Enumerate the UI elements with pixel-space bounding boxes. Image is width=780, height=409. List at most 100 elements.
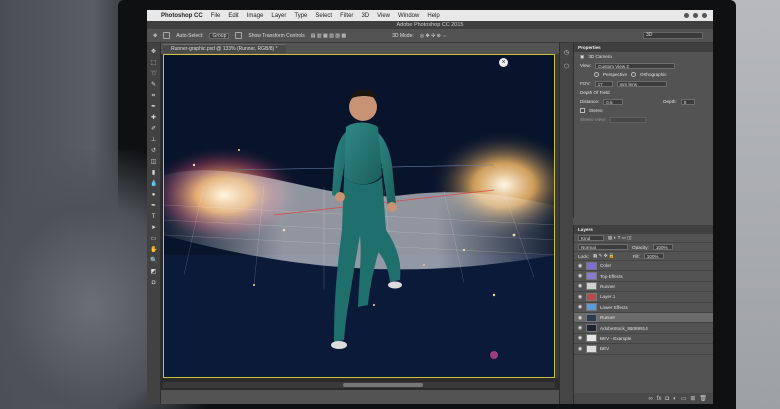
color-swatch-icon[interactable]: ◩ xyxy=(150,269,157,276)
visibility-eye-icon[interactable]: ◉ xyxy=(577,263,583,269)
dodge-tool-icon[interactable]: ● xyxy=(150,192,157,199)
menu-view[interactable]: View xyxy=(377,13,390,19)
opacity-input[interactable]: 100% xyxy=(652,244,673,250)
fill-input[interactable]: 100% xyxy=(643,253,664,259)
trash-icon[interactable]: 🗑 xyxy=(699,395,707,402)
menu-window[interactable]: Window xyxy=(398,13,419,19)
fov-input[interactable]: 17 xyxy=(594,80,613,87)
move-tool-icon[interactable]: ✥ xyxy=(150,49,157,56)
layer-row[interactable]: ◉ BEV xyxy=(574,344,713,355)
menu-help[interactable]: Help xyxy=(427,13,439,19)
menu-filter[interactable]: Filter xyxy=(340,13,353,19)
new-layer-icon[interactable]: ⊞ xyxy=(690,395,695,402)
layer-row[interactable]: ◉ Lower Effects xyxy=(574,303,713,313)
menu-select[interactable]: Select xyxy=(315,13,332,19)
adjustment-icon[interactable]: ◐ xyxy=(673,396,677,402)
layer-row[interactable]: ◉ BEV - Example xyxy=(574,334,713,345)
lock-icons[interactable]: ▦ ✎ ✥ 🔒 xyxy=(593,253,615,259)
eyedropper-tool-icon[interactable]: ✒ xyxy=(150,104,157,111)
move-tool-icon[interactable]: ✥ xyxy=(153,33,157,39)
fov-row: FOV: 17 mm lens xyxy=(574,79,713,88)
blur-tool-icon[interactable]: 💧 xyxy=(150,181,157,188)
crop-tool-icon[interactable]: ⌗ xyxy=(150,93,157,100)
properties-tab[interactable]: Properties xyxy=(574,43,713,52)
quick-mask-icon[interactable]: ◘ xyxy=(150,280,157,287)
layer-row[interactable]: ◉ AdobeStock_95069914 xyxy=(574,323,713,334)
status-icon[interactable] xyxy=(702,13,707,18)
healing-tool-icon[interactable]: ✚ xyxy=(150,115,157,122)
stereo-checkbox[interactable] xyxy=(580,108,585,113)
menu-layer[interactable]: Layer xyxy=(271,13,286,19)
menu-image[interactable]: Image xyxy=(247,13,264,19)
visibility-eye-icon[interactable]: ◉ xyxy=(577,325,583,331)
history-panel-icon[interactable]: ◷ xyxy=(563,49,571,57)
orthographic-radio[interactable] xyxy=(631,72,637,77)
layer-thumbnail xyxy=(586,261,597,270)
document-canvas[interactable]: × xyxy=(163,54,555,378)
horizontal-scrollbar[interactable] xyxy=(163,382,555,388)
menu-file[interactable]: File xyxy=(211,13,221,19)
marquee-tool-icon[interactable]: ⬚ xyxy=(150,60,157,67)
fov-unit-dropdown[interactable]: mm lens xyxy=(616,80,667,87)
gradient-tool-icon[interactable]: ▮ xyxy=(150,170,157,177)
brush-tool-icon[interactable]: ✐ xyxy=(150,126,157,133)
view-dropdown[interactable]: Custom View 2 xyxy=(595,62,676,69)
blend-mode-dropdown[interactable]: Normal xyxy=(578,244,628,250)
visibility-eye-icon[interactable]: ◉ xyxy=(577,315,583,321)
3d-mode-icons[interactable]: ◎ ✥ ✣ ⊕ ⇔ xyxy=(420,33,448,39)
quick-select-tool-icon[interactable]: ✎ xyxy=(150,82,157,89)
perspective-radio[interactable] xyxy=(594,72,599,77)
workspace-field[interactable]: 3D xyxy=(643,32,703,39)
pen-tool-icon[interactable]: ✒ xyxy=(150,203,157,210)
document-tab[interactable]: Runner-graphic.psd @ 133% (Runner, RGB/8… xyxy=(163,44,286,53)
status-icon[interactable] xyxy=(693,13,698,18)
layer-row[interactable]: ◉ Runner xyxy=(574,282,713,293)
layer-name: Runner xyxy=(600,315,616,321)
filter-icons[interactable]: ▨ ◐ T ▭ ◫ xyxy=(608,235,632,241)
lasso-tool-icon[interactable]: ➰ xyxy=(150,71,157,78)
link-icon[interactable]: ∞ xyxy=(648,396,652,402)
transform-controls-checkbox[interactable] xyxy=(235,32,243,39)
3d-panel-icon[interactable]: ⬡ xyxy=(563,63,571,71)
auto-select-dropdown[interactable]: Group xyxy=(209,32,230,39)
stamp-tool-icon[interactable]: ⊥ xyxy=(150,137,157,144)
scroll-thumb[interactable] xyxy=(343,383,423,387)
eraser-tool-icon[interactable]: ◫ xyxy=(150,159,157,166)
layer-name: Layer 1 xyxy=(600,294,616,300)
path-select-icon[interactable]: ➤ xyxy=(150,225,157,232)
zoom-tool-icon[interactable]: 🔍 xyxy=(150,258,157,265)
mask-icon[interactable]: ◘ xyxy=(665,396,669,402)
layer-thumbnail xyxy=(586,303,597,312)
shape-tool-icon[interactable]: ▭ xyxy=(150,236,157,243)
menu-type[interactable]: Type xyxy=(294,13,307,19)
status-icon[interactable] xyxy=(684,13,689,18)
visibility-eye-icon[interactable]: ◉ xyxy=(577,294,583,300)
layer-name: Top Effects xyxy=(600,273,623,279)
runner-artwork xyxy=(164,55,554,377)
hand-tool-icon[interactable]: ✋ xyxy=(150,247,157,254)
history-brush-icon[interactable]: ↺ xyxy=(150,148,157,155)
layer-row[interactable]: ◉ Color xyxy=(574,261,713,272)
close-icon[interactable]: × xyxy=(499,58,508,67)
layer-row[interactable]: ◉ Runner xyxy=(574,312,713,324)
distance-input[interactable]: 0.5 xyxy=(603,98,624,105)
visibility-eye-icon[interactable]: ◉ xyxy=(577,346,583,352)
depth-input[interactable]: 0 xyxy=(680,98,695,105)
layer-row[interactable]: ◉ Layer 1 xyxy=(574,292,713,303)
kind-filter-dropdown[interactable]: Kind xyxy=(578,235,604,241)
visibility-eye-icon[interactable]: ◉ xyxy=(577,283,583,289)
fx-icon[interactable]: fx xyxy=(657,396,662,402)
menu-app-name[interactable]: Photoshop CC xyxy=(161,13,203,19)
visibility-eye-icon[interactable]: ◉ xyxy=(577,335,583,341)
visibility-eye-icon[interactable]: ◉ xyxy=(577,273,583,279)
type-tool-icon[interactable]: T xyxy=(150,214,157,221)
layers-tab[interactable]: Layers xyxy=(574,225,713,234)
align-icons[interactable]: ▤ ▥ ▦ ▧ ▨ ▩ xyxy=(311,33,346,39)
menu-3d[interactable]: 3D xyxy=(361,13,369,19)
visibility-eye-icon[interactable]: ◉ xyxy=(577,304,583,310)
auto-select-checkbox[interactable] xyxy=(163,32,171,39)
stereo-view-dropdown[interactable] xyxy=(609,116,646,123)
layer-row[interactable]: ◉ Top Effects xyxy=(574,271,713,282)
folder-icon[interactable]: ▭ xyxy=(681,395,687,402)
menu-edit[interactable]: Edit xyxy=(228,13,238,19)
